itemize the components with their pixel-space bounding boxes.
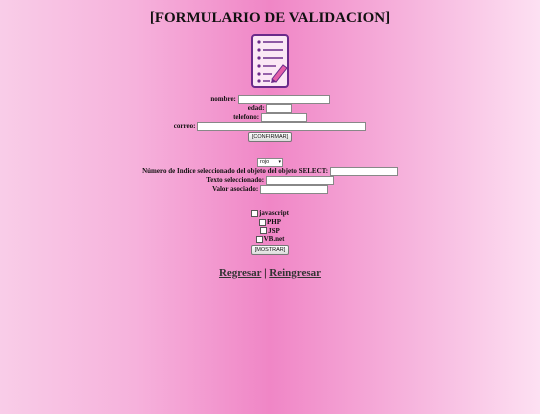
vbnet-label: VB.net xyxy=(263,235,285,244)
nombre-row: nombre: xyxy=(0,95,540,104)
text-row: Texto seleccionado: xyxy=(0,176,540,185)
form-checklist-icon xyxy=(251,34,289,88)
jsp-checkbox[interactable] xyxy=(260,227,268,235)
checkbox-row-javascript[interactable]: javascript xyxy=(0,209,540,218)
regresar-link[interactable]: Regresar xyxy=(219,267,261,279)
edad-input[interactable] xyxy=(266,104,293,113)
value-row: Valor asociado: xyxy=(0,185,540,194)
telefono-input[interactable] xyxy=(260,113,307,122)
chevron-down-icon: ▾ xyxy=(278,159,281,165)
form-datos: nombre: edad: telefono: correo: [CONFIRM… xyxy=(0,95,540,142)
correo-input[interactable] xyxy=(197,122,367,131)
index-row: Número de Indice seleccionado del objeto… xyxy=(0,167,540,176)
checkbox-row-vbnet[interactable]: VB.net xyxy=(0,235,540,244)
form-checkboxes: javascript PHP JSP VB.net [MOSTRAR] xyxy=(0,209,540,256)
page-title: [FORMULARIO DE VALIDACION] xyxy=(149,10,391,26)
telefono-row: telefono: xyxy=(0,113,540,122)
javascript-label: javascript xyxy=(259,209,289,217)
telefono-label: telefono: xyxy=(233,113,260,122)
mostrar-button[interactable]: [MOSTRAR] xyxy=(250,245,290,256)
vbnet-checkbox[interactable] xyxy=(255,236,263,244)
nombre-input[interactable] xyxy=(237,95,330,104)
text-input[interactable] xyxy=(265,176,334,185)
checkbox-row-jsp[interactable]: JSP xyxy=(0,227,540,236)
color-select-value: rojo xyxy=(260,159,270,165)
confirmar-button[interactable]: [CONFIRMAR] xyxy=(247,132,293,142)
javascript-checkbox[interactable] xyxy=(251,209,259,217)
index-input[interactable] xyxy=(329,167,398,176)
reingresar-link[interactable]: Reingresar xyxy=(269,267,321,279)
index-label: Número de Indice seleccionado del objeto… xyxy=(142,167,329,176)
correo-row: correo: xyxy=(0,122,540,131)
edad-label: edad: xyxy=(247,104,265,113)
form-select: rojo ▾ Número de Indice seleccionado del… xyxy=(0,157,540,194)
checkbox-row-php[interactable]: PHP xyxy=(0,218,540,227)
value-input[interactable] xyxy=(259,185,328,194)
correo-label: correo: xyxy=(173,122,196,131)
jsp-label: JSP xyxy=(268,226,280,235)
color-select[interactable]: rojo ▾ xyxy=(257,158,283,167)
form-icon-wrap xyxy=(0,33,540,89)
text-label: Texto seleccionado: xyxy=(206,176,265,185)
edad-row: edad: xyxy=(0,104,540,113)
php-checkbox[interactable] xyxy=(259,218,266,226)
nav-links: Regresar | Reingresar xyxy=(0,267,540,279)
nombre-label: nombre: xyxy=(210,95,236,104)
value-label: Valor asociado: xyxy=(212,185,259,194)
php-label: PHP xyxy=(267,217,281,226)
